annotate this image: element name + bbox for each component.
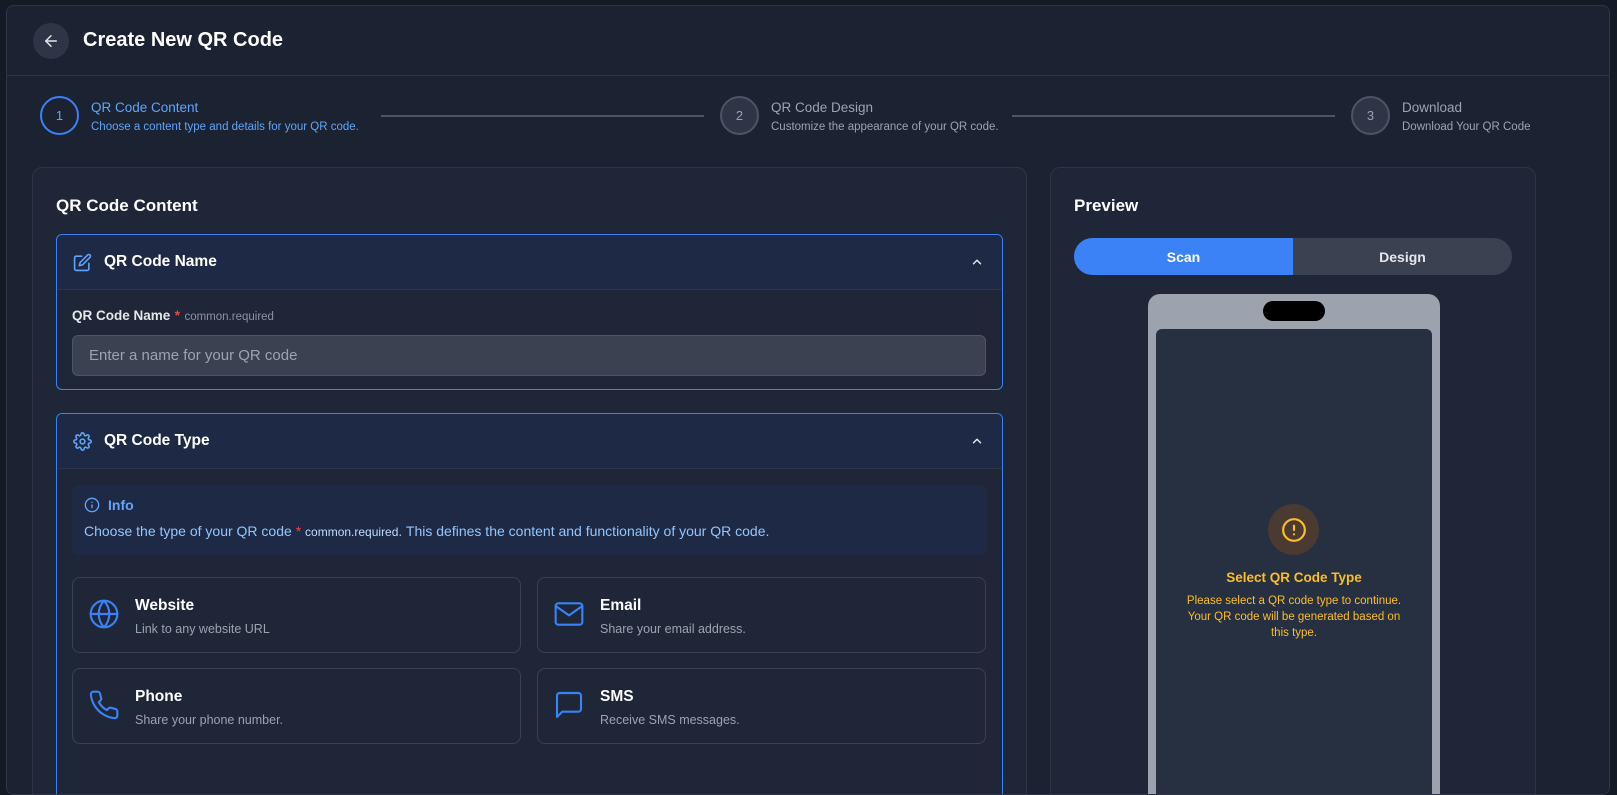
type-section-header[interactable]: QR Code Type (57, 414, 1002, 469)
type-card-title: Phone (135, 688, 183, 705)
app-window: Create New QR Code 1 QR Code Content Cho… (6, 5, 1610, 795)
info-title: Info (108, 497, 134, 513)
arrow-left-icon (45, 34, 57, 47)
name-section-title: QR Code Name (104, 253, 217, 270)
warning-title: Select QR Code Type (1226, 570, 1362, 585)
step-description: Customize the appearance of your QR code… (771, 121, 999, 133)
message-icon (555, 691, 583, 719)
globe-icon (89, 599, 119, 629)
info-text: Choose the type of your QR code * common… (84, 523, 974, 539)
step-number: 2 (720, 96, 759, 135)
gear-icon (73, 431, 92, 451)
step-design[interactable]: 2 QR Code Design Customize the appearanc… (720, 96, 999, 135)
edit-icon (73, 253, 92, 271)
required-star: * (174, 308, 180, 323)
info-box: Info Choose the type of your QR code * c… (72, 485, 986, 555)
step-description: Download Your QR Code (1402, 121, 1531, 133)
info-text-tail: . This defines the content and functiona… (398, 523, 770, 539)
preview-toggle: Scan Design (1074, 238, 1512, 275)
required-note: common.required (184, 311, 274, 323)
name-section-header[interactable]: QR Code Name (57, 235, 1002, 290)
type-card-description: Share your email address. (600, 622, 746, 636)
type-card-title: Email (600, 597, 642, 614)
type-card-title: Website (135, 597, 195, 614)
chevron-up-icon[interactable] (970, 255, 984, 269)
type-section-title: QR Code Type (104, 432, 210, 449)
type-card-phone[interactable]: Phone Share your phone number. (72, 668, 521, 744)
required-star: * (295, 523, 302, 539)
phone-notch (1263, 301, 1325, 321)
content-panel-title: QR Code Content (56, 196, 198, 215)
preview-panel: Preview Scan Design Select QR Code Type … (1050, 167, 1536, 794)
page-header: Create New QR Code (7, 6, 1609, 76)
type-card-email[interactable]: Email Share your email address. (537, 577, 986, 653)
phone-screen: Select QR Code Type Please select a QR c… (1156, 329, 1432, 794)
name-section: QR Code Name QR Code Name * common.requi… (56, 234, 1003, 390)
stepper: 1 QR Code Content Choose a content type … (40, 96, 1609, 138)
required-note: common.required (305, 525, 399, 539)
step-download[interactable]: 3 Download Download Your QR Code (1351, 96, 1531, 135)
type-card-sms[interactable]: SMS Receive SMS messages. (537, 668, 986, 744)
type-section: QR Code Type Info Choose the type of you… (56, 413, 1003, 794)
name-field-label: QR Code Name (72, 308, 171, 323)
type-card-description: Receive SMS messages. (600, 713, 740, 727)
mail-icon (554, 602, 584, 626)
type-card-website[interactable]: Website Link to any website URL (72, 577, 521, 653)
tab-scan[interactable]: Scan (1074, 238, 1293, 275)
step-connector (381, 115, 704, 117)
step-title: Download (1402, 100, 1463, 115)
warning-text: Please select a QR code type to continue… (1186, 595, 1402, 639)
step-number: 3 (1351, 96, 1390, 135)
warning-badge (1268, 504, 1319, 555)
type-card-description: Link to any website URL (135, 622, 270, 636)
step-title: QR Code Design (771, 100, 874, 115)
qr-name-input[interactable] (72, 335, 986, 376)
step-description: Choose a content type and details for yo… (91, 121, 359, 133)
type-card-description: Share your phone number. (135, 713, 284, 727)
step-title: QR Code Content (91, 100, 199, 115)
preview-panel-title: Preview (1074, 196, 1139, 215)
content-panel: QR Code Content QR Code Name QR Code Nam… (32, 167, 1027, 794)
type-card-title: SMS (600, 688, 634, 705)
step-connector (1012, 115, 1335, 117)
step-number: 1 (40, 96, 79, 135)
alert-circle-icon (1281, 517, 1306, 542)
back-button[interactable] (33, 22, 69, 59)
step-content[interactable]: 1 QR Code Content Choose a content type … (40, 96, 359, 135)
chevron-up-icon[interactable] (970, 434, 984, 448)
info-text-main: Choose the type of your QR code (84, 523, 296, 539)
page-title: Create New QR Code (83, 29, 284, 51)
phone-mockup: Select QR Code Type Please select a QR c… (1148, 294, 1440, 794)
phone-icon (89, 690, 119, 720)
info-icon (84, 497, 100, 513)
tab-design[interactable]: Design (1293, 238, 1512, 275)
